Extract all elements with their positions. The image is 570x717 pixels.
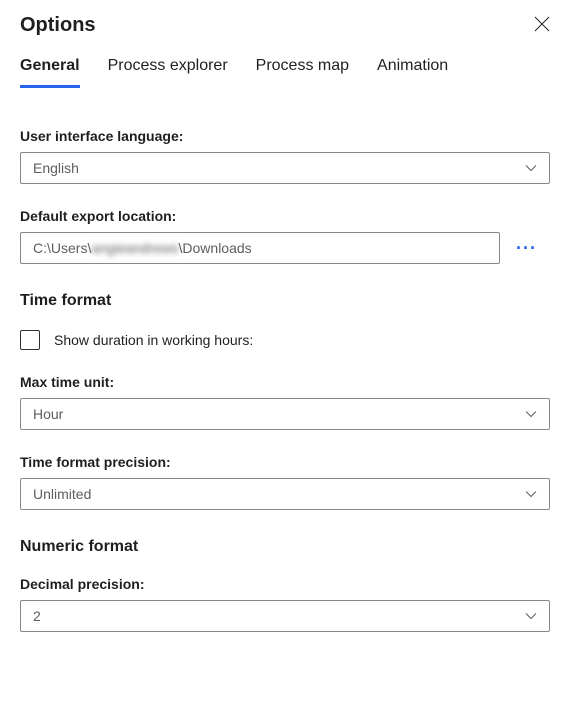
decimal-precision-select[interactable]: 2 <box>20 600 550 632</box>
time-precision-select[interactable]: Unlimited <box>20 478 550 510</box>
language-value: English <box>33 160 79 176</box>
chevron-down-icon <box>525 610 537 622</box>
export-path-user: angieandrews <box>91 240 178 256</box>
decimal-precision-label: Decimal precision: <box>20 576 550 592</box>
max-time-unit-value: Hour <box>33 406 63 422</box>
tab-general[interactable]: General <box>20 57 80 88</box>
tab-process-map[interactable]: Process map <box>256 57 349 88</box>
max-time-unit-select[interactable]: Hour <box>20 398 550 430</box>
tab-process-explorer[interactable]: Process explorer <box>108 57 228 88</box>
close-icon[interactable] <box>534 14 550 35</box>
export-path-prefix: C:\Users\ <box>33 240 91 256</box>
show-duration-checkbox[interactable] <box>20 330 40 350</box>
language-select[interactable]: English <box>20 152 550 184</box>
export-path-suffix: \Downloads <box>179 240 252 256</box>
decimal-precision-value: 2 <box>33 608 41 624</box>
export-location-input[interactable]: C:\Users\angieandrews\Downloads <box>20 232 500 264</box>
chevron-down-icon <box>525 408 537 420</box>
tabs-bar: General Process explorer Process map Ani… <box>20 57 550 88</box>
tab-animation[interactable]: Animation <box>377 57 448 88</box>
time-precision-label: Time format precision: <box>20 454 550 470</box>
language-label: User interface language: <box>20 128 550 144</box>
time-format-section-title: Time format <box>20 292 550 310</box>
chevron-down-icon <box>525 162 537 174</box>
chevron-down-icon <box>525 488 537 500</box>
browse-more-icon[interactable]: ··· <box>512 239 541 257</box>
time-precision-value: Unlimited <box>33 486 91 502</box>
export-location-label: Default export location: <box>20 208 550 224</box>
numeric-format-section-title: Numeric format <box>20 538 550 556</box>
show-duration-label: Show duration in working hours: <box>54 332 253 348</box>
dialog-title: Options <box>20 14 96 37</box>
max-time-unit-label: Max time unit: <box>20 374 550 390</box>
